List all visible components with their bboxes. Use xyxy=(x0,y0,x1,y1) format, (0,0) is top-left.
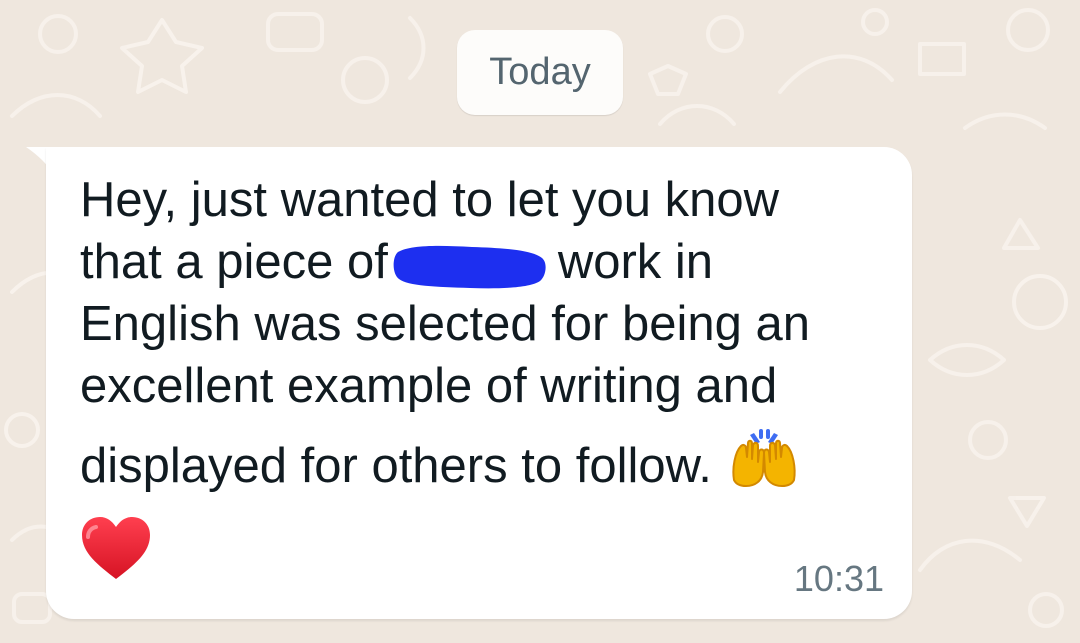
message-line-4: excellent example of writing and xyxy=(80,359,778,413)
message-line-5: displayed for others to follow. xyxy=(80,428,880,497)
message-line-3: English was selected for being an xyxy=(80,297,810,351)
message-body: Hey, just wanted to let you know that a … xyxy=(80,169,880,497)
message-line-2: that a piece of work in xyxy=(80,231,880,293)
message-line-1: Hey, just wanted to let you know xyxy=(80,173,780,227)
heart-icon xyxy=(82,517,150,579)
date-separator-label: Today xyxy=(489,51,591,93)
message-line-5-text: displayed for others to follow. xyxy=(80,439,712,493)
incoming-message-bubble[interactable]: Hey, just wanted to let you know that a … xyxy=(46,147,912,619)
date-separator: Today xyxy=(457,30,623,115)
message-line-2-suffix: work in xyxy=(557,235,714,289)
raised-hands-icon xyxy=(732,429,796,487)
redaction-scribble xyxy=(393,245,546,289)
message-time: 10:31 xyxy=(793,558,884,599)
message-line-2-prefix: that a piece of xyxy=(80,235,388,289)
redaction-mark xyxy=(393,245,546,289)
